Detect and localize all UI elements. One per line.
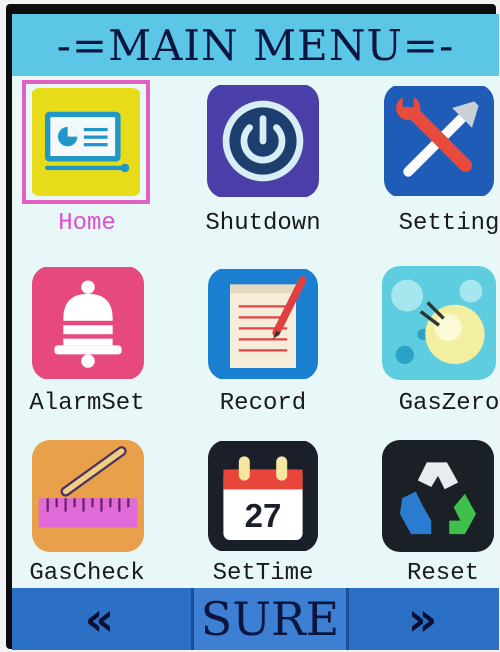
next-button[interactable]: » bbox=[346, 588, 499, 650]
lcd-screen: -=MAIN MENU=- Home Shutdown Setting Alar… bbox=[12, 14, 499, 650]
double-chevron-right-icon: » bbox=[407, 592, 438, 646]
home-monitor-icon bbox=[30, 88, 142, 196]
menu-label: GasZero bbox=[398, 390, 499, 417]
bottom-nav-bar: « SURE » bbox=[12, 588, 499, 650]
bell-icon bbox=[32, 266, 144, 380]
double-chevron-left-icon: « bbox=[84, 592, 115, 646]
menu-label: Reset bbox=[406, 560, 479, 587]
menu-label: Home bbox=[58, 210, 116, 237]
menu-label: GasCheck bbox=[29, 560, 145, 587]
wrench-screwdriver-icon bbox=[384, 84, 494, 198]
menu-label: Shutdown bbox=[205, 210, 321, 237]
recycle-icon bbox=[382, 440, 494, 552]
notepad-pencil-icon bbox=[208, 268, 318, 380]
calendar-day: 27 bbox=[245, 497, 282, 534]
menu-label: SetTime bbox=[212, 560, 314, 587]
sure-label: SURE bbox=[200, 592, 340, 646]
calendar-icon: 27 bbox=[208, 440, 318, 552]
sure-button[interactable]: SURE bbox=[191, 588, 349, 650]
prev-button[interactable]: « bbox=[12, 588, 187, 650]
menu-label: Setting bbox=[398, 210, 499, 237]
page-title: -=MAIN MENU=- bbox=[56, 20, 455, 70]
ruler-pencil-icon bbox=[32, 440, 144, 552]
selection-frame bbox=[22, 80, 150, 204]
title-bar: -=MAIN MENU=- bbox=[12, 14, 499, 76]
power-icon bbox=[207, 84, 319, 198]
menu-label: AlarmSet bbox=[29, 390, 145, 417]
menu-label: Record bbox=[219, 390, 307, 417]
gas-bulb-icon bbox=[382, 266, 496, 380]
